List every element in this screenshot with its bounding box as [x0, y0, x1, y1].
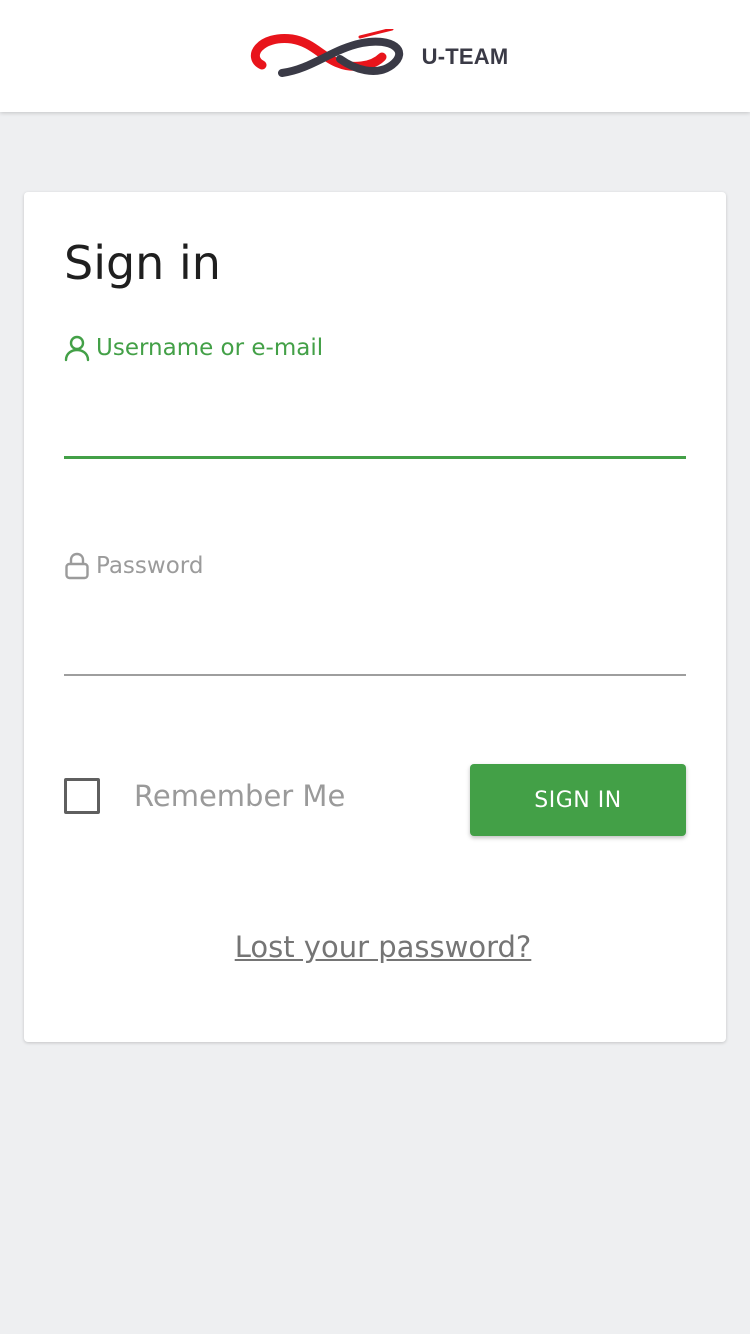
- page-title: Sign in: [64, 236, 221, 290]
- app-header: U-TEAM: [0, 0, 750, 112]
- lock-icon: [65, 552, 89, 580]
- password-label: Password: [64, 552, 203, 580]
- brand-name: U-TEAM: [421, 44, 509, 69]
- remember-me: Remember Me: [64, 778, 345, 814]
- remember-me-checkbox[interactable]: [64, 778, 100, 814]
- username-underline: [64, 456, 686, 459]
- password-input[interactable]: [64, 620, 686, 664]
- username-input[interactable]: [64, 404, 686, 448]
- brand-logo[interactable]: U-TEAM: [242, 29, 509, 85]
- password-label-text: Password: [96, 553, 204, 579]
- user-icon: [64, 335, 90, 362]
- lost-password-link[interactable]: Lost your password?: [24, 930, 742, 964]
- username-label-text: Username or e-mail: [96, 335, 324, 361]
- password-underline: [64, 674, 686, 676]
- infinity-logo-icon: [250, 29, 403, 77]
- username-label: Username or e-mail: [64, 334, 323, 362]
- sign-in-card: Sign in Username or e-mail Password Reme…: [24, 192, 726, 1042]
- sign-in-button[interactable]: SIGN IN: [470, 764, 686, 836]
- remember-me-label[interactable]: Remember Me: [134, 779, 345, 813]
